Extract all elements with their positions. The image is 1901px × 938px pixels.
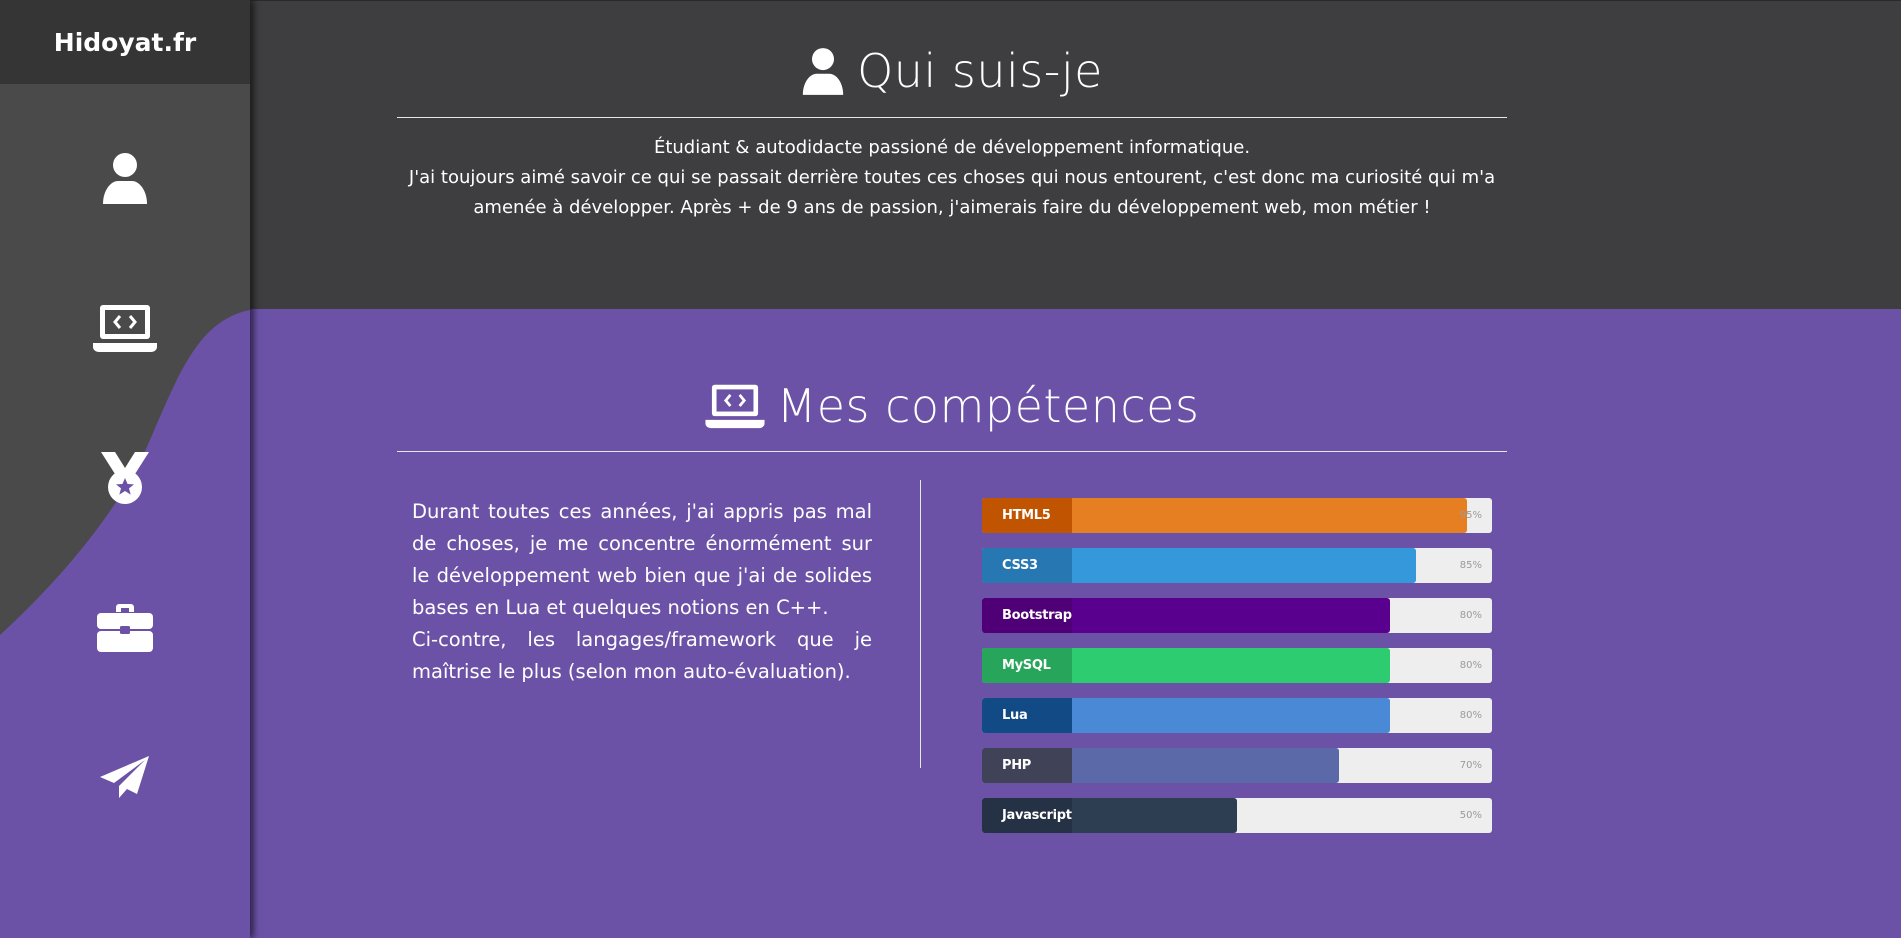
about-title: Qui suis-je	[397, 44, 1507, 98]
skill-bar-css3: CSS3 85%	[982, 548, 1492, 583]
user-icon	[801, 47, 845, 95]
briefcase-icon	[97, 604, 153, 652]
skills-description-paragraph-2: Ci-contre, les langages/framework que je…	[412, 628, 872, 683]
skill-bar-label: MySQL	[982, 648, 1072, 683]
skill-bar-label: Lua	[982, 698, 1072, 733]
skill-bar-percent: 80%	[1459, 710, 1482, 721]
skills-title: Mes compétences	[397, 379, 1507, 433]
skill-bar-html5: HTML5 95%	[982, 498, 1492, 533]
paper-plane-icon	[100, 756, 149, 798]
nav-skills-laptop-code-icon[interactable]	[90, 293, 160, 363]
laptop-code-icon	[93, 305, 157, 352]
skill-bar-label: Bootstrap	[982, 598, 1072, 633]
about-title-divider	[397, 117, 1507, 118]
nav-experience-briefcase-icon[interactable]	[90, 593, 160, 663]
medal-icon	[101, 452, 149, 504]
laptop-code-icon	[705, 382, 765, 430]
skill-bar-percent: 95%	[1459, 510, 1482, 521]
about-section: Qui suis-je Étudiant & autodidacte passi…	[250, 0, 1901, 309]
skill-bar-percent: 50%	[1459, 810, 1482, 821]
skill-bar-php: PHP 70%	[982, 748, 1492, 783]
skills-title-divider	[397, 451, 1507, 452]
skills-vertical-divider	[920, 480, 921, 768]
skill-bar-label: Javascript	[982, 798, 1072, 833]
site-brand[interactable]: Hidoyat.fr	[0, 0, 250, 84]
nav-contact-paper-plane-icon[interactable]	[90, 743, 160, 813]
user-icon	[103, 153, 147, 204]
skill-bar-label: PHP	[982, 748, 1072, 783]
skills-description: Durant toutes ces années, j'ai appris pa…	[412, 496, 872, 688]
skill-bar-label: CSS3	[982, 548, 1072, 583]
skill-bar-lua: Lua 80%	[982, 698, 1492, 733]
skills-section: Mes compétences Durant toutes ces années…	[250, 309, 1901, 938]
skill-bars: HTML5 95% CSS3 85% Bootstrap 80% MySQL 80% Lua 80…	[982, 498, 1492, 848]
skill-bar-label: HTML5	[982, 498, 1072, 533]
about-intro-line-1: Étudiant & autodidacte passioné de dével…	[653, 137, 1251, 158]
skills-title-text: Mes compétences	[776, 379, 1200, 433]
skill-bar-percent: 70%	[1459, 760, 1482, 771]
skill-bar-percent: 80%	[1459, 610, 1482, 621]
skills-description-paragraph-1: Durant toutes ces années, j'ai appris pa…	[412, 500, 872, 619]
about-intro-line-2: J'ai toujours aimé savoir ce qui se pass…	[408, 167, 1496, 218]
skill-bar-mysql: MySQL 80%	[982, 648, 1492, 683]
sidebar: Hidoyat.fr	[0, 0, 250, 938]
skill-bar-bootstrap: Bootstrap 80%	[982, 598, 1492, 633]
skill-bar-javascript: Javascript 50%	[982, 798, 1492, 833]
skill-bar-percent: 85%	[1459, 560, 1482, 571]
skill-bar-percent: 80%	[1459, 660, 1482, 671]
about-intro: Étudiant & autodidacte passioné de dével…	[397, 133, 1507, 223]
about-title-text: Qui suis-je	[857, 44, 1103, 98]
nav-about-user-icon[interactable]	[90, 143, 160, 213]
nav-awards-medal-icon[interactable]	[90, 443, 160, 513]
